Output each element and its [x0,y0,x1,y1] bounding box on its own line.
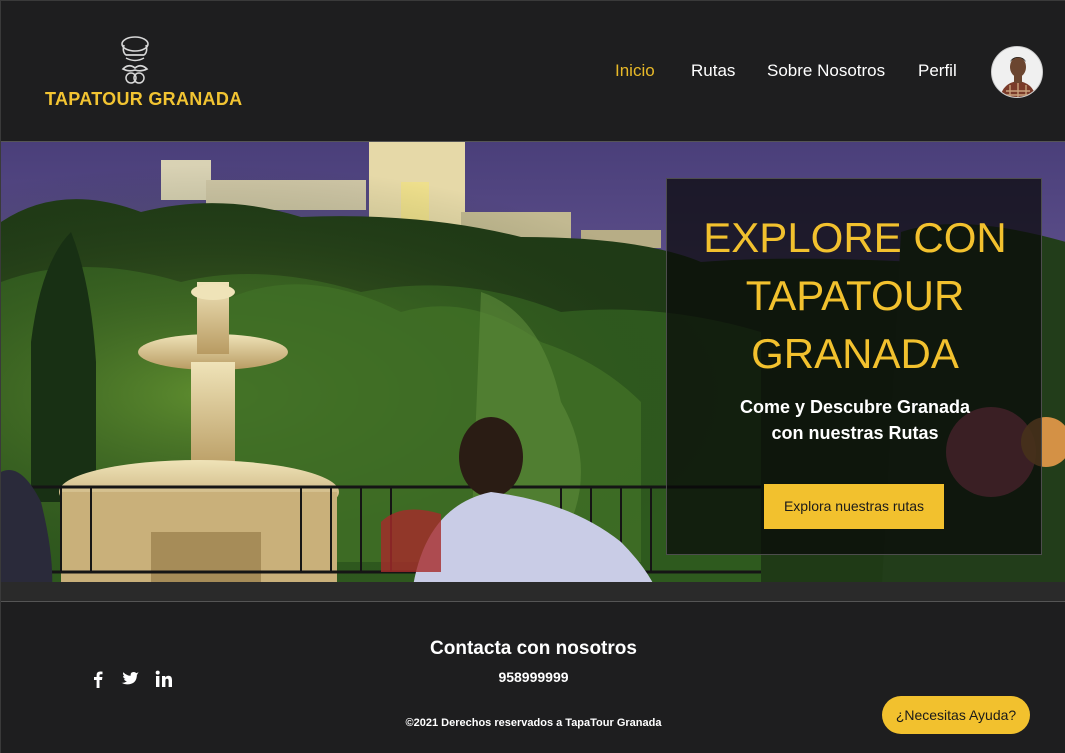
hero-title-line: TAPATOUR [745,272,965,319]
hero-section: EXPLORE CON TAPATOUR GRANADA Come y Desc… [1,142,1065,601]
contact-title: Contacta con nosotros [430,638,637,659]
nav-item-sobre-nosotros[interactable]: Sobre Nosotros [767,61,885,81]
site-footer: Contacta con nosotros 958999999 ©2021 De… [1,601,1065,753]
help-chat-button[interactable]: ¿Necesitas Ayuda? [882,696,1030,734]
logo-text: TAPATOUR GRANADA [45,89,243,109]
page: TAPATOUR GRANADA Inicio Rutas Sobre Noso… [0,0,1065,753]
hero-title-line: EXPLORE CON [703,214,1007,261]
hero-title: EXPLORE CON TAPATOUR GRANADA [667,209,1043,383]
nav-item-rutas[interactable]: Rutas [691,61,735,81]
site-header: TAPATOUR GRANADA Inicio Rutas Sobre Noso… [1,1,1065,142]
user-avatar-icon [992,47,1042,97]
hero-subtitle: Come y Descubre Granada con nuestras Rut… [667,394,1043,446]
hero-title-line: GRANADA [751,330,959,377]
user-avatar[interactable] [991,46,1043,98]
chef-logo-icon [121,36,149,84]
explore-routes-button[interactable]: Explora nuestras rutas [764,484,944,529]
hero-callout: EXPLORE CON TAPATOUR GRANADA Come y Desc… [666,178,1042,555]
site-logo[interactable]: TAPATOUR GRANADA [41,35,242,115]
hero-subtitle-line: con nuestras Rutas [771,423,939,443]
nav-item-perfil[interactable]: Perfil [918,61,957,81]
nav-item-inicio[interactable]: Inicio [615,61,655,81]
hero-subtitle-line: Come y Descubre Granada [739,397,971,417]
contact-phone[interactable]: 958999999 [1,669,1065,685]
